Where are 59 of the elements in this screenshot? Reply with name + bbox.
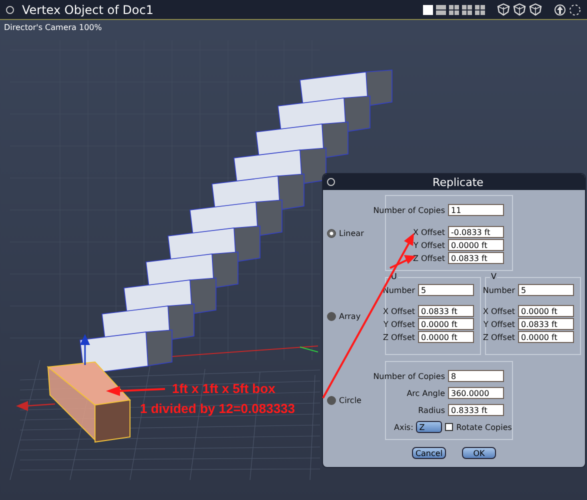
rotate-checkbox[interactable]: [445, 423, 454, 431]
dialog-button[interactable]: OK: [462, 447, 496, 459]
field-label: Arc Angle: [406, 388, 445, 398]
camera-label: Director's Camera 100%: [4, 23, 102, 32]
field-label: Z Offset: [382, 332, 415, 342]
input-field[interactable]: 0.8333 ft: [448, 404, 504, 416]
field-label: Number: [482, 286, 515, 294]
input-field[interactable]: 0.0000 ft: [418, 318, 474, 330]
field-label: X Offset: [382, 306, 415, 316]
group-title: V: [490, 272, 498, 281]
field-label: Y Offset: [484, 320, 515, 328]
input-field[interactable]: 0.0833 ft: [448, 252, 504, 264]
dialog-close-button[interactable]: [327, 178, 335, 186]
input-field[interactable]: 0.0000 ft: [518, 331, 574, 343]
layout-icon[interactable]: [449, 4, 459, 14]
input-field[interactable]: 0.0000 ft: [418, 331, 474, 343]
window-title: Vertex Object of Doc1: [22, 2, 154, 16]
field-label: Y Offset: [414, 240, 445, 250]
view-cube-icon[interactable]: [513, 3, 526, 16]
field-label: Number: [382, 286, 415, 294]
input-field[interactable]: 8: [448, 370, 504, 382]
input-field[interactable]: 5: [518, 284, 574, 296]
input-field[interactable]: 0.0000 ft: [518, 305, 574, 317]
up-arrow-icon[interactable]: [554, 4, 566, 16]
view-cube-icon[interactable]: [529, 3, 542, 16]
window-button[interactable]: [6, 6, 14, 14]
input-field[interactable]: -0.0833 ft: [448, 226, 504, 238]
field-label: Z Offset: [412, 254, 445, 262]
mode-radio[interactable]: Linear: [327, 228, 385, 238]
field-label: Z Offset: [482, 332, 515, 342]
input-field[interactable]: 5: [418, 284, 474, 296]
field-label: X Offset: [412, 228, 445, 236]
field-label: Number of Copies: [373, 206, 445, 214]
field-label: X Offset: [482, 306, 515, 316]
dialog-title: Replicate: [432, 176, 484, 188]
axis-label: Axis:: [394, 422, 414, 432]
input-field[interactable]: 11: [448, 204, 504, 216]
axis-dropdown[interactable]: Z: [416, 421, 442, 433]
axis-arrow: [16, 401, 56, 411]
input-field[interactable]: 0.0833 ft: [418, 305, 474, 317]
checkbox-label: Rotate Copies: [456, 422, 512, 432]
input-field[interactable]: 0.0833 ft: [518, 318, 574, 330]
annotation-text: 1ft x 1ft x 5ft box: [172, 381, 276, 396]
dialog-button[interactable]: Cancel: [412, 447, 446, 459]
view-cube-icon[interactable]: [497, 3, 510, 16]
field-label: Radius: [418, 406, 445, 414]
layout-icon[interactable]: [475, 4, 485, 14]
field-label: Number of Copies: [373, 372, 445, 380]
mode-radio[interactable]: Array: [327, 312, 385, 320]
mode-radio[interactable]: Circle: [327, 396, 385, 405]
layout-icon[interactable]: [462, 4, 472, 14]
input-field[interactable]: 0.0000 ft: [448, 239, 504, 251]
dashed-circle-icon[interactable]: [569, 4, 581, 16]
layout-icon[interactable]: [423, 4, 433, 14]
axis-arrow: [80, 334, 90, 365]
annotation-arrow: [106, 386, 166, 396]
field-label: Y Offset: [384, 320, 415, 328]
input-field[interactable]: 360.0000: [448, 387, 504, 399]
annotation-text: 1 divided by 12=0.083333: [140, 401, 296, 416]
